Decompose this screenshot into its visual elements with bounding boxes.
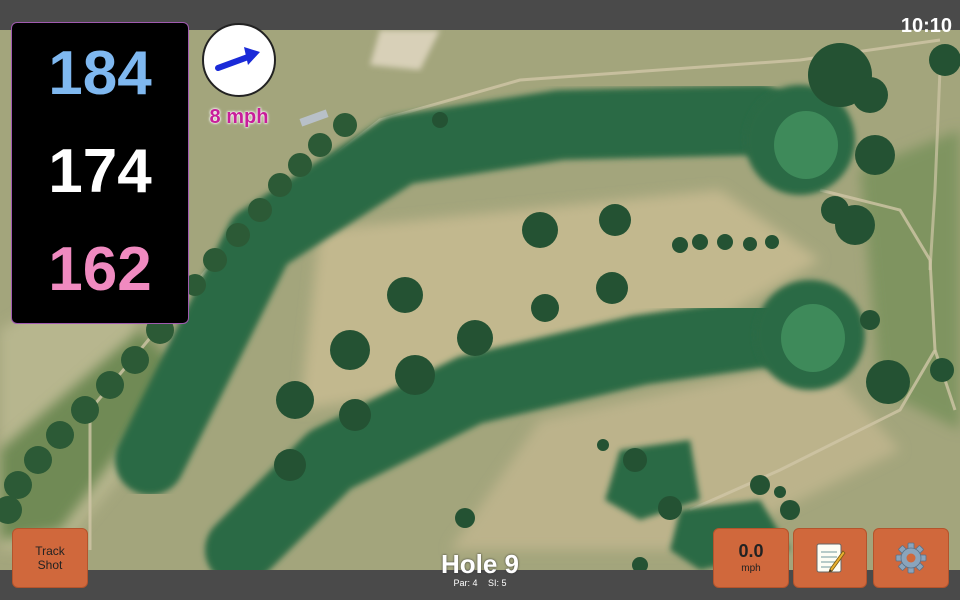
hole-title: Hole 9 bbox=[440, 549, 520, 579]
speed-button[interactable]: 0.0 mph bbox=[713, 528, 789, 588]
speed-value: 0.0 bbox=[738, 541, 764, 561]
track-shot-button[interactable]: Track Shot bbox=[12, 528, 88, 588]
settings-button[interactable] bbox=[873, 528, 949, 588]
speed-unit: mph bbox=[741, 563, 761, 574]
track-shot-label-line1: Track bbox=[35, 544, 65, 558]
front-distance: 162 bbox=[48, 235, 152, 304]
wind-speed-label: 8 mph bbox=[209, 106, 269, 128]
wind-indicator bbox=[202, 23, 276, 97]
golf-gps-screen: 10:10 184 174 162 8 mph Track Shot Hole … bbox=[0, 0, 960, 600]
notepad-icon bbox=[816, 543, 846, 573]
hole-par: Par: 4 bbox=[453, 578, 478, 588]
hole-stroke-index: SI: 5 bbox=[488, 578, 507, 588]
status-clock: 10:10 bbox=[900, 15, 952, 37]
back-distance: 184 bbox=[48, 39, 152, 108]
track-shot-label-line2: Shot bbox=[37, 558, 63, 572]
wind-direction-arrow-icon bbox=[215, 47, 260, 71]
middle-distance: 174 bbox=[48, 137, 152, 206]
distance-panel: 184 174 162 bbox=[11, 22, 189, 324]
notes-button[interactable] bbox=[793, 528, 867, 588]
gear-icon bbox=[895, 542, 927, 574]
hole-info: Par: 4 SI: 5 bbox=[400, 577, 560, 589]
